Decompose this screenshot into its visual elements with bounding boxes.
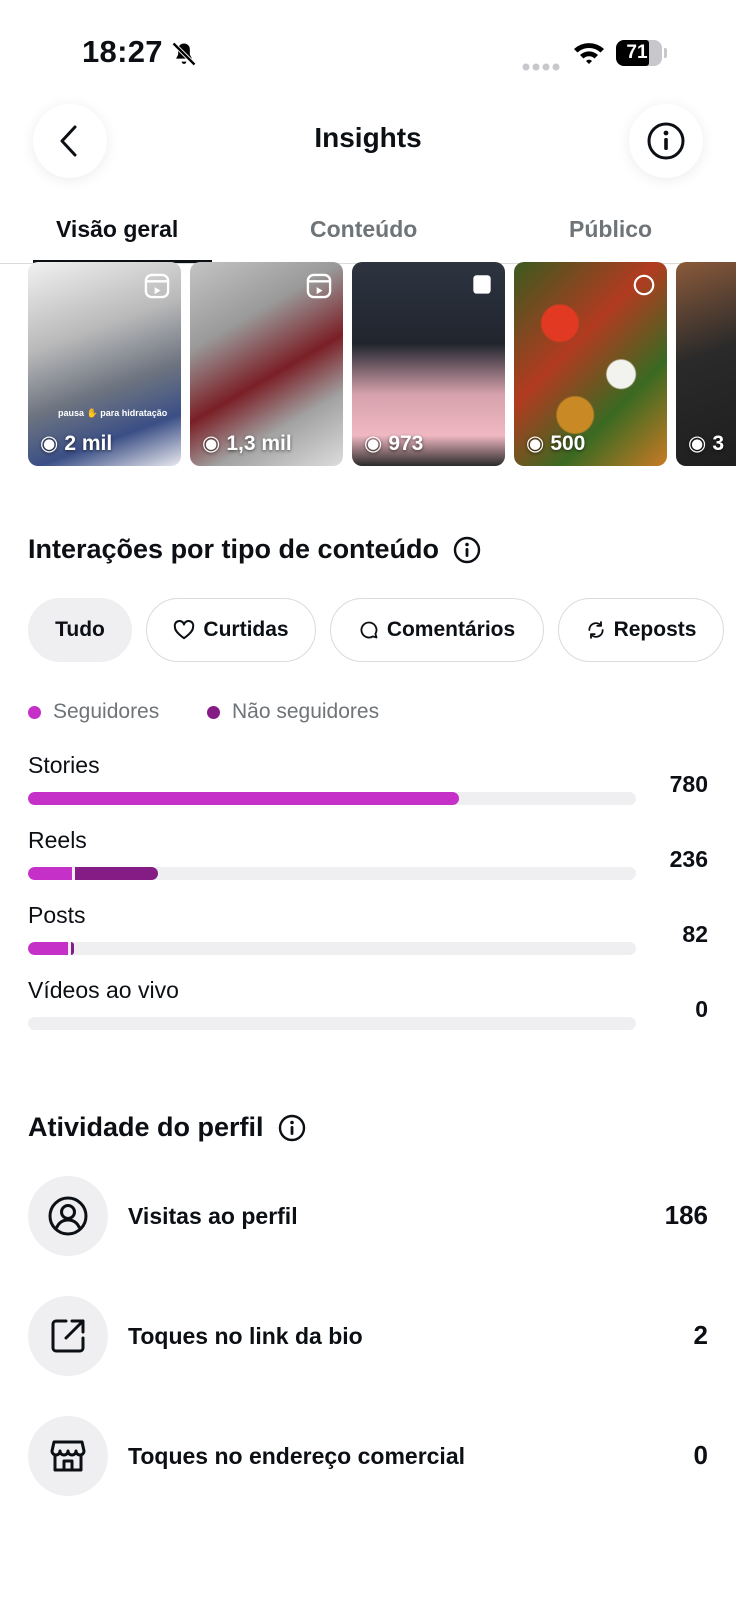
bell-muted-icon [170,40,198,73]
legend-item-seguidores: Seguidores [28,700,159,724]
activity-value: 2 [693,1320,708,1350]
eye-icon: ◉ [202,432,221,455]
reel-icon [144,273,170,299]
bar-segment-seguidores [28,792,460,805]
legend-swatch [207,705,220,719]
view-count: 3 [712,431,725,455]
interactions-title-text: Interações por tipo de conteúdo [28,534,440,564]
bar-track [28,942,636,955]
status-bar: 18:27 71 [0,0,736,100]
activity-label: Visitas ao perfil [128,1203,298,1229]
activity-label: Toques no endereço comercial [128,1443,466,1469]
view-count: 1,3 mil [226,431,292,455]
wifi-icon [572,40,606,71]
legend-label: Seguidores [53,700,160,723]
content-thumbnail[interactable]: ◉ 3 [676,262,736,466]
info-icon[interactable] [453,536,481,564]
thumbnail-caption: pausa ✋ para hidratação [58,408,168,418]
activity-value: 186 [664,1200,708,1230]
eye-icon: ◉ [364,432,383,455]
profile-activity-title-text: Atividade do perfil [28,1112,264,1142]
bar-total-value: 82 [682,921,708,947]
bar-segment-seguidores [28,867,73,880]
view-count: 973 [388,431,424,455]
cellular-signal-icon [522,58,562,76]
legend-swatch [28,705,41,719]
bar-category-label: Reels [28,827,87,853]
chip-label: Tudo [55,618,105,641]
content-thumbnail[interactable]: ◉ 500 [514,262,667,466]
legend-label: Não seguidores [232,700,380,723]
bar-track [28,867,636,880]
thumbnail-views: ◉ 1,3 mil [202,431,292,456]
chip-label: Comentários [386,618,516,641]
profile-activity-section-title: Atividade do perfil [28,1112,306,1143]
bar-category-label: Stories [28,752,100,778]
activity-value: 0 [693,1440,708,1470]
user-circle-icon [28,1176,108,1256]
filter-chip-reposts[interactable]: Reposts [558,598,724,662]
filter-chip-comentarios[interactable]: Comentários [330,598,544,662]
comment-icon [360,621,378,639]
bar-track [28,1017,636,1030]
carousel-icon [633,274,655,296]
activity-label: Toques no link da bio [128,1323,363,1349]
page-title: Insights [314,122,422,153]
bar-category-label: Posts [28,902,86,928]
reel-icon [306,273,332,299]
legend-item-nao-seguidores: Não seguidores [207,700,379,724]
repost-icon [587,621,604,639]
bar-category-label: Vídeos ao vivo [28,977,179,1003]
top-content-carousel[interactable]: pausa ✋ para hidratação ◉ 2 mil ◉ 1,3 mil … [28,262,736,466]
info-icon [647,122,685,160]
tab-bar: Visão geral Conteúdo Público [0,200,736,264]
filter-chip-tudo[interactable]: Tudo [28,598,132,662]
info-icon[interactable] [278,1114,306,1142]
tab-conteudo[interactable]: Conteúdo [310,216,417,243]
bar-segment-seguidores [28,942,68,955]
eye-icon: ◉ [688,432,707,455]
thumbnail-views: ◉ 3 [688,431,724,456]
interactions-section-title: Interações por tipo de conteúdo [28,534,481,565]
content-thumbnail[interactable]: ◉ 1,3 mil [190,262,343,466]
external-link-icon [28,1296,108,1376]
content-thumbnail[interactable]: ◉ 973 [352,262,505,466]
content-thumbnail[interactable]: pausa ✋ para hidratação ◉ 2 mil [28,262,181,466]
info-button[interactable] [629,104,703,178]
bar-segment-nao-seguidores [75,867,159,880]
view-count: 2 mil [64,431,113,455]
chip-label: Curtidas [203,618,289,641]
tab-publico[interactable]: Público [569,216,652,243]
eye-icon: ◉ [526,432,545,455]
eye-icon: ◉ [40,432,59,455]
bar-segment-nao-seguidores [70,942,74,955]
thumbnail-views: ◉ 2 mil [40,431,112,456]
thumbnail-views: ◉ 973 [364,431,423,456]
bar-track [28,792,636,805]
heart-icon [174,620,195,640]
battery-indicator: 71 [616,40,667,66]
view-count: 500 [550,431,586,455]
bar-total-value: 236 [669,846,708,872]
thumbnail-views: ◉ 500 [526,431,585,456]
bar-total-value: 780 [669,771,708,797]
storefront-icon [28,1416,108,1496]
status-time: 18:27 [82,34,163,69]
tab-visao-geral[interactable]: Visão geral [56,216,178,243]
bar-total-value: 0 [695,996,708,1022]
story-icon [473,275,491,294]
battery-level: 71 [626,42,648,63]
chip-label: Reposts [613,618,697,641]
filter-chip-curtidas[interactable]: Curtidas [146,598,316,662]
